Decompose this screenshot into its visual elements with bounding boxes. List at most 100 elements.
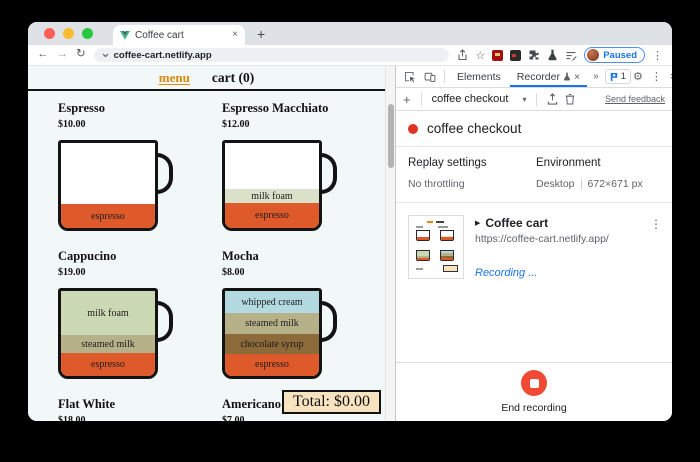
mini-cup (416, 250, 430, 261)
page-scrollbar[interactable] (385, 66, 395, 421)
device-toolbar-icon[interactable] (421, 71, 439, 83)
item-price: $7.00 (222, 415, 245, 421)
toolbar-icons: ☆ Paused ⋮ (457, 47, 663, 63)
mini-cup (440, 250, 454, 261)
extension-dark-icon[interactable] (510, 49, 522, 61)
step-thumbnail (408, 215, 464, 279)
reload-button[interactable]: ↻ (76, 49, 86, 61)
issues-counter[interactable]: 1 (604, 69, 631, 84)
menu-item[interactable]: Cappucino $19.00 milk foam steamed milk es… (58, 249, 222, 397)
coffee-cart-page: menu cart (0) Espresso $10.00 espresso E… (28, 66, 385, 421)
profile-avatar (587, 49, 600, 61)
step-url: https://coffee-cart.netlify.app/ (475, 233, 609, 245)
recording-settings: Replay settings No throttling Environmen… (396, 147, 672, 203)
thumb-decoration (416, 268, 423, 270)
profile-paused-badge[interactable]: Paused (584, 47, 645, 63)
environment-value: Desktop 672×671 px (536, 178, 660, 190)
step-expand-icon[interactable]: ▶ (475, 219, 480, 227)
window-zoom-button[interactable] (82, 28, 93, 39)
back-button[interactable]: ← (37, 49, 49, 61)
more-tabs-icon[interactable]: » (589, 71, 603, 82)
chevron-down-icon: ▾ (522, 94, 527, 104)
tab-close-icon[interactable]: × (232, 30, 238, 40)
recorder-tab-close-icon[interactable]: × (574, 71, 580, 83)
item-price: $19.00 (58, 267, 86, 278)
extensions-puzzle-icon[interactable] (528, 49, 540, 61)
cup-layer: espresso (225, 203, 319, 228)
share-icon[interactable] (457, 49, 468, 61)
step-title: Coffee cart (485, 216, 549, 230)
cup-body: espresso (58, 140, 158, 231)
item-price: $18.00 (58, 415, 86, 421)
cup-layer: steamed milk (225, 313, 319, 335)
total-button[interactable]: Total: $0.00 (281, 390, 381, 414)
cup-layer: espresso (61, 204, 155, 228)
flask-extension-icon[interactable] (547, 49, 558, 61)
inspect-element-icon[interactable] (401, 71, 419, 83)
recording-status: Recording ... (475, 267, 538, 279)
nav-cart-link[interactable]: cart (0) (212, 70, 254, 86)
export-recording-icon[interactable] (547, 93, 558, 105)
coffee-cup[interactable]: milk foam espresso (222, 140, 337, 231)
thumb-total-chip (443, 265, 458, 272)
tab-strip: Coffee cart × + (28, 22, 672, 45)
traffic-lights (44, 28, 93, 39)
step-thumbnail-cups (416, 230, 456, 261)
url-bar[interactable]: coffee-cart.netlify.app (93, 48, 450, 62)
stop-recording-button[interactable] (521, 370, 547, 396)
menu-item[interactable]: Espresso $10.00 espresso (58, 101, 222, 249)
coffee-cup[interactable]: whipped cream steamed milk chocolate syrup… (222, 288, 337, 379)
bookmark-star-icon[interactable]: ☆ (475, 49, 485, 62)
environment-device: Desktop (536, 178, 575, 190)
menu-item[interactable]: Espresso Macchiato $12.00 milk foam espre… (222, 101, 385, 249)
item-price: $10.00 (58, 119, 86, 130)
vue-logo-icon (120, 30, 130, 40)
devtools-close-icon[interactable]: × (670, 71, 672, 83)
menu-item[interactable]: Mocha $8.00 whipped cream steamed milk cho… (222, 249, 385, 397)
environment-group[interactable]: Environment Desktop 672×671 px (536, 157, 660, 190)
item-price: $8.00 (222, 267, 245, 278)
step-menu-icon[interactable]: ⋮ (650, 215, 662, 362)
replay-settings-value: No throttling (408, 178, 465, 190)
divider (420, 92, 422, 106)
thumb-decoration (438, 226, 448, 228)
recorder-flask-icon (563, 72, 571, 81)
thumb-decoration (416, 226, 423, 228)
site-nav: menu cart (0) (28, 66, 385, 91)
coffee-cup[interactable]: milk foam steamed milk espresso (58, 288, 173, 379)
thumb-decoration (436, 221, 444, 223)
tab-elements[interactable]: Elements (450, 66, 508, 87)
coffee-cup[interactable]: espresso (58, 140, 173, 231)
send-feedback-link[interactable]: Send feedback (605, 94, 665, 104)
divider (444, 70, 445, 83)
tab-recorder[interactable]: Recorder × (509, 66, 588, 87)
browser-tab[interactable]: Coffee cart × (113, 25, 245, 45)
devtools-menu-icon[interactable]: ⋮ (651, 70, 662, 83)
cup-handle-icon (319, 153, 337, 194)
forward-button[interactable]: → (57, 49, 69, 61)
recording-step[interactable]: ▶ Coffee cart https://coffee-cart.netlif… (396, 203, 672, 362)
browser-menu-icon[interactable]: ⋮ (652, 49, 663, 62)
delete-recording-icon[interactable] (565, 93, 575, 105)
recording-select[interactable]: coffee checkout ▾ (432, 93, 527, 105)
cup-body: milk foam steamed milk espresso (58, 288, 158, 379)
environment-label: Environment (536, 157, 601, 169)
devtools-settings-icon[interactable]: ⚙ (633, 70, 643, 83)
nav-menu-link[interactable]: menu (159, 70, 190, 86)
replay-settings-group[interactable]: Replay settings No throttling (408, 157, 536, 190)
menu-item[interactable]: Flat White $18.00 (58, 397, 222, 421)
window-minimize-button[interactable] (63, 28, 74, 39)
cup-body: milk foam espresso (222, 140, 322, 231)
recording-title: coffee checkout (427, 121, 522, 136)
recording-header: coffee checkout (396, 111, 672, 147)
mini-cup (440, 230, 454, 241)
add-recording-button[interactable]: + (403, 93, 411, 106)
item-name: Mocha (222, 249, 259, 263)
extension-red-icon[interactable] (492, 49, 504, 61)
notes-extension-icon[interactable] (565, 50, 577, 61)
site-info-chevron-icon[interactable] (102, 53, 109, 58)
devtools-controls: ⚙ ⋮ × (633, 70, 672, 84)
new-tab-button[interactable]: + (257, 27, 265, 41)
scrollbar-thumb[interactable] (387, 104, 394, 168)
window-close-button[interactable] (44, 28, 55, 39)
